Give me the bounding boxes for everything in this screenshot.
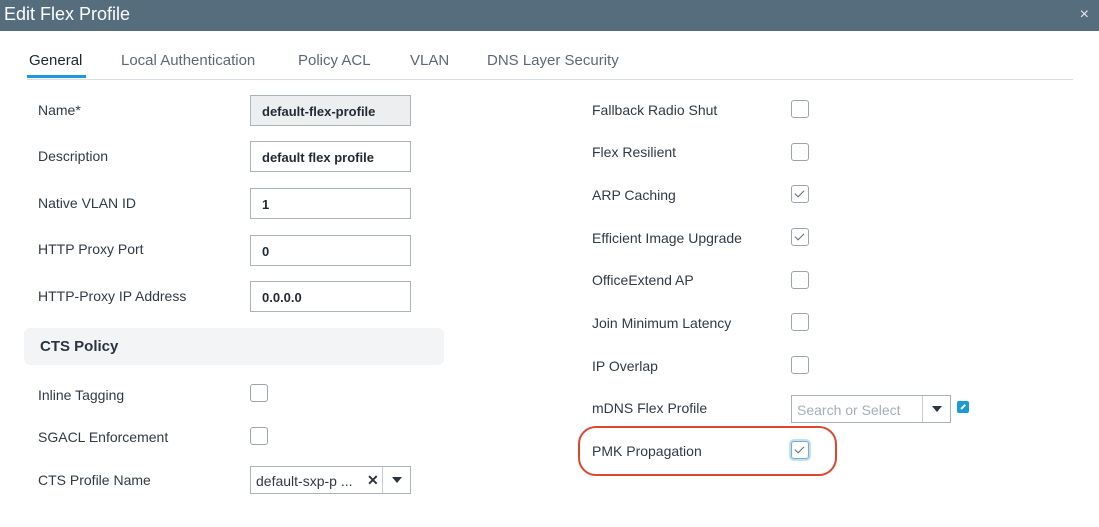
fallback-radio-shut-checkbox[interactable] — [791, 100, 809, 118]
http-proxy-ip-field[interactable]: 0.0.0.0 — [250, 281, 411, 312]
cts-policy-section-header: CTS Policy — [24, 328, 444, 365]
mdns-flex-profile-select[interactable]: Search or Select — [791, 395, 951, 423]
external-link-icon[interactable] — [957, 401, 969, 413]
pmk-propagation-checkbox[interactable] — [791, 441, 809, 459]
cts-policy-title: CTS Policy — [40, 338, 119, 355]
native-vlan-id-label: Native VLAN ID — [38, 195, 137, 211]
efficient-image-upgrade-label: Efficient Image Upgrade — [592, 230, 742, 246]
http-proxy-port-label: HTTP Proxy Port — [38, 241, 144, 257]
clear-selection-icon[interactable]: ✕ — [367, 472, 379, 489]
join-minimum-latency-checkbox[interactable] — [791, 313, 809, 331]
title-bar: Edit Flex Profile × — [0, 0, 1099, 31]
ip-overlap-checkbox[interactable] — [791, 356, 809, 374]
name-field[interactable]: default-flex-profile — [250, 95, 411, 126]
http-proxy-port-field[interactable]: 0 — [250, 235, 411, 266]
officeextend-ap-label: OfficeExtend AP — [592, 272, 694, 288]
cts-profile-name-select[interactable]: default-sxp-p ... ✕ — [250, 466, 411, 494]
inline-tagging-checkbox[interactable] — [250, 384, 268, 402]
mdns-flex-profile-placeholder: Search or Select — [797, 402, 901, 418]
arp-caching-label: ARP Caching — [592, 187, 676, 203]
http-proxy-ip-label: HTTP-Proxy IP Address — [38, 288, 187, 304]
ip-overlap-label: IP Overlap — [592, 358, 658, 374]
officeextend-ap-checkbox[interactable] — [791, 271, 809, 289]
chevron-down-icon[interactable] — [382, 467, 410, 493]
inline-tagging-label: Inline Tagging — [38, 387, 125, 403]
tab-dns-layer-security[interactable]: DNS Layer Security — [487, 52, 619, 69]
dialog-title: Edit Flex Profile — [4, 4, 131, 24]
flex-resilient-label: Flex Resilient — [592, 144, 677, 160]
tab-vlan[interactable]: VLAN — [410, 52, 449, 69]
tab-general[interactable]: General — [29, 52, 82, 69]
chevron-down-icon[interactable] — [922, 396, 950, 422]
native-vlan-id-field[interactable]: 1 — [250, 188, 411, 219]
close-icon[interactable]: × — [1080, 6, 1089, 24]
sgacl-enforcement-checkbox[interactable] — [250, 427, 268, 445]
tab-bar: General Local Authentication Policy ACL … — [27, 46, 1073, 80]
tab-local-authentication[interactable]: Local Authentication — [121, 52, 255, 69]
sgacl-enforcement-label: SGACL Enforcement — [38, 429, 169, 445]
cts-profile-name-value: default-sxp-p ... — [256, 473, 353, 489]
join-minimum-latency-label: Join Minimum Latency — [592, 315, 732, 331]
tab-policy-acl[interactable]: Policy ACL — [298, 52, 371, 69]
arp-caching-checkbox[interactable] — [791, 185, 809, 203]
pmk-propagation-label: PMK Propagation — [592, 443, 702, 459]
flex-resilient-checkbox[interactable] — [791, 143, 809, 161]
name-label: Name* — [38, 102, 81, 118]
cts-profile-name-label: CTS Profile Name — [38, 472, 151, 488]
active-tab-indicator — [27, 75, 86, 78]
mdns-flex-profile-label: mDNS Flex Profile — [592, 400, 708, 416]
description-field[interactable]: default flex profile — [250, 141, 411, 172]
description-label: Description — [38, 148, 109, 164]
fallback-radio-shut-label: Fallback Radio Shut — [592, 102, 718, 118]
efficient-image-upgrade-checkbox[interactable] — [791, 228, 809, 246]
